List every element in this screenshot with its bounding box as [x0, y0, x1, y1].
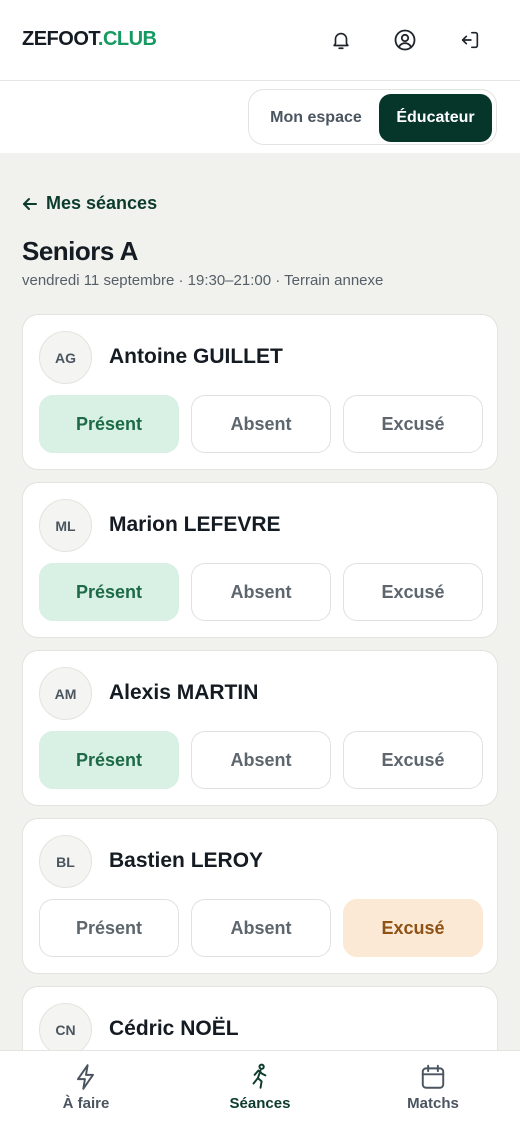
logout-icon[interactable] [454, 24, 486, 56]
attendance-options: Présent Absent Excusé [39, 563, 483, 621]
avatar: CN [39, 1003, 92, 1056]
arrow-left-icon [23, 197, 37, 210]
excuse-button[interactable]: Excusé [343, 899, 483, 957]
mon-espace-button[interactable]: Mon espace [253, 94, 379, 142]
runner-icon [252, 1063, 267, 1089]
educateur-button[interactable]: Éducateur [378, 94, 492, 142]
nav-label: Séances [229, 1095, 291, 1112]
nav-label: À faire [62, 1095, 110, 1112]
nav-label: Matchs [407, 1095, 459, 1112]
present-button[interactable]: Présent [39, 395, 179, 453]
back-link-label: Mes séances [46, 193, 158, 213]
session-details: vendredi 11 septembre · 19:30–21:00 · Te… [22, 272, 384, 289]
player-card: AG Antoine GUILLET Présent Absent Excusé [22, 314, 498, 470]
excuse-button[interactable]: Excusé [343, 563, 483, 621]
lightning-icon [76, 1064, 94, 1090]
avatar: AM [39, 667, 92, 720]
nav-seances[interactable]: Séances [200, 1063, 320, 1112]
attendance-options: Présent Absent Excusé [39, 731, 483, 789]
player-name: Alexis MARTIN [109, 681, 259, 704]
excuse-button[interactable]: Excusé [343, 731, 483, 789]
nav-matchs[interactable]: Matchs [373, 1063, 493, 1112]
player-name: Antoine GUILLET [109, 345, 283, 368]
absent-button[interactable]: Absent [191, 395, 331, 453]
present-button[interactable]: Présent [39, 731, 179, 789]
player-name: Bastien LEROY [109, 849, 264, 872]
excuse-button[interactable]: Excusé [343, 395, 483, 453]
player-card: ML Marion LEFEVRE Présent Absent Excusé [22, 482, 498, 638]
bottom-navigation: À faire Séances Matchs [0, 1050, 520, 1126]
page-title: Seniors A [22, 236, 138, 266]
role-switch: Mon espace Éducateur [248, 89, 497, 145]
attendance-options: Présent Absent Excusé [39, 395, 483, 453]
back-to-sessions-link[interactable]: Mes séances [22, 193, 157, 214]
present-button[interactable]: Présent [39, 899, 179, 957]
player-name: Marion LEFEVRE [109, 513, 281, 536]
bell-icon[interactable] [325, 24, 357, 56]
player-card: BL Bastien LEROY Présent Absent Excusé [22, 818, 498, 974]
absent-button[interactable]: Absent [191, 563, 331, 621]
absent-button[interactable]: Absent [191, 731, 331, 789]
brand-accent: .CLUB [97, 28, 157, 50]
player-card: AM Alexis MARTIN Présent Absent Excusé [22, 650, 498, 806]
present-button[interactable]: Présent [39, 563, 179, 621]
brand-logo[interactable]: ZEFOOT.CLUB [22, 28, 157, 51]
avatar: ML [39, 499, 92, 552]
user-circle-icon[interactable] [389, 24, 421, 56]
absent-button[interactable]: Absent [191, 899, 331, 957]
calendar-icon [421, 1064, 445, 1089]
player-name: Cédric NOËL [109, 1017, 239, 1040]
top-bar: ZEFOOT.CLUB [0, 0, 520, 81]
attendance-options: Présent Absent Excusé [39, 899, 483, 957]
avatar: AG [39, 331, 92, 384]
role-switch-bar: Mon espace Éducateur [0, 81, 520, 153]
brand-main: ZEFOOT [22, 28, 98, 50]
nav-a-faire[interactable]: À faire [26, 1063, 146, 1112]
avatar: BL [39, 835, 92, 888]
